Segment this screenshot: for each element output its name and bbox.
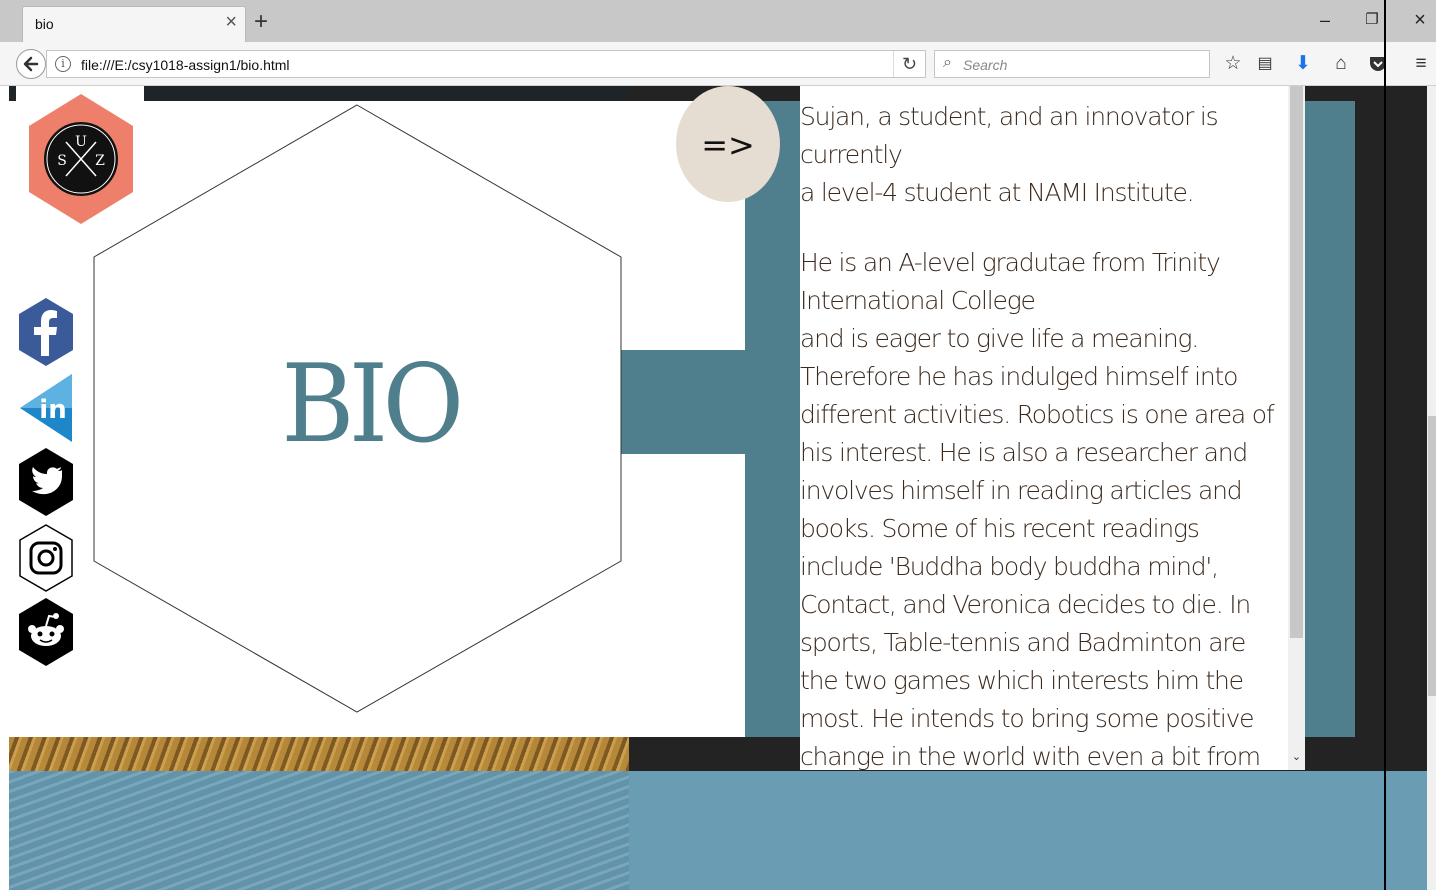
navigation-toolbar: i file:///E:/csy1018-assign1/bio.html ↻ … xyxy=(0,42,1436,86)
reading-list-icon[interactable]: ▤ xyxy=(1252,52,1278,76)
minimize-button[interactable]: – xyxy=(1310,8,1340,32)
page-title: BIO xyxy=(281,342,464,467)
bio-paragraph-1: Sujan, a student, and an innovator is cu… xyxy=(800,102,1219,207)
logo-letter-top: U xyxy=(75,134,87,150)
search-input[interactable] xyxy=(963,55,1203,75)
close-window-button[interactable]: × xyxy=(1405,8,1435,32)
download-icon[interactable]: ⬇ xyxy=(1290,52,1316,76)
home-icon[interactable]: ⌂ xyxy=(1328,52,1354,76)
page-scrollbar-thumb[interactable] xyxy=(1428,416,1436,696)
bio-text: Sujan, a student, and an innovator is cu… xyxy=(800,98,1287,770)
logo-letter-left: S xyxy=(57,153,67,169)
close-tab-icon[interactable]: × xyxy=(225,12,237,32)
tab-title: bio xyxy=(35,16,54,32)
bio-scrollbar-thumb[interactable] xyxy=(1290,86,1303,638)
tab-bar: bio × + – ❐ × xyxy=(0,0,1436,42)
new-tab-button[interactable]: + xyxy=(254,10,268,34)
address-bar[interactable]: i file:///E:/csy1018-assign1/bio.html ↻ xyxy=(46,50,926,78)
back-button[interactable] xyxy=(16,49,46,79)
logo-letter-right: Z xyxy=(95,153,105,169)
instagram-icon[interactable] xyxy=(18,524,74,592)
next-page-button[interactable]: => xyxy=(676,86,780,202)
search-icon: ⌕ xyxy=(943,54,952,71)
reload-icon[interactable]: ↻ xyxy=(893,51,925,77)
bio-paragraph-2: He is an A-level gradutae from Trinity I… xyxy=(800,248,1275,770)
browser-tab[interactable]: bio × xyxy=(22,6,246,42)
pocket-icon[interactable] xyxy=(1365,52,1391,81)
svg-text:in: in xyxy=(39,395,66,425)
twitter-icon[interactable] xyxy=(18,448,74,516)
info-icon[interactable]: i xyxy=(55,56,71,72)
search-box[interactable]: ⌕ xyxy=(934,50,1210,78)
bio-text-box[interactable]: Sujan, a student, and an innovator is cu… xyxy=(800,86,1305,770)
scroll-down-icon[interactable]: ⌄ xyxy=(1290,748,1303,766)
page-viewport: BIO U S Z in => Sujan, a student, and an… xyxy=(0,86,1436,890)
connector-bar xyxy=(620,350,745,454)
footer-pine-overlay xyxy=(9,771,629,890)
menu-icon[interactable]: ≡ xyxy=(1408,52,1434,76)
divider-line xyxy=(1384,0,1386,890)
bookmark-star-icon[interactable]: ☆ xyxy=(1220,52,1246,76)
pine-needles-strip xyxy=(9,736,629,772)
url-text[interactable]: file:///E:/csy1018-assign1/bio.html xyxy=(81,57,290,73)
back-arrow-icon xyxy=(23,56,39,72)
facebook-icon[interactable] xyxy=(18,298,74,366)
reddit-icon[interactable] xyxy=(18,598,74,666)
restore-button[interactable]: ❐ xyxy=(1357,8,1387,32)
site-logo[interactable]: U S Z xyxy=(28,94,134,224)
linkedin-icon[interactable]: in xyxy=(18,374,74,442)
